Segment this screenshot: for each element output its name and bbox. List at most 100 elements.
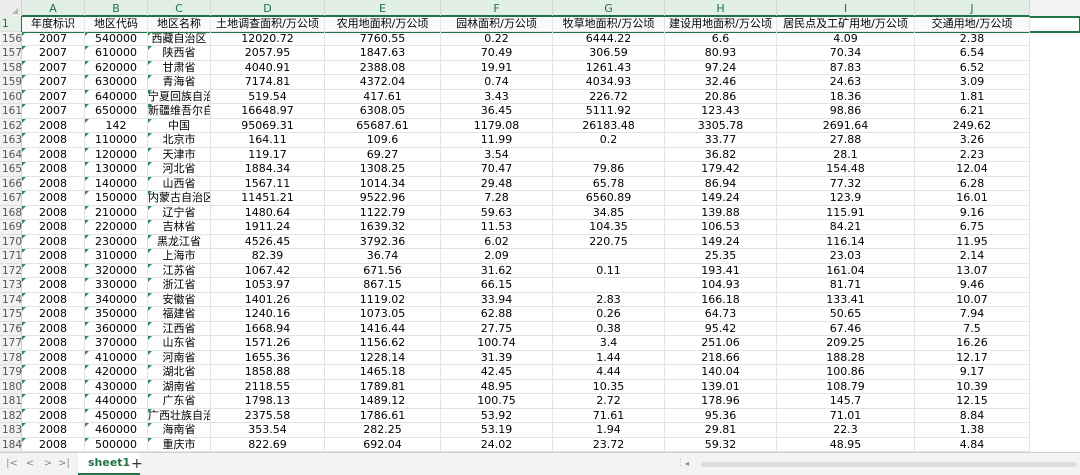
column-header-e[interactable]: E: [325, 0, 441, 17]
column-header-g[interactable]: G: [553, 0, 665, 17]
row-number[interactable]: 161: [0, 104, 22, 119]
table-cell[interactable]: 822.69: [211, 437, 325, 452]
table-cell[interactable]: 109.6: [325, 133, 441, 148]
table-cell[interactable]: 广东省: [148, 394, 211, 409]
table-cell[interactable]: 71.61: [553, 408, 665, 423]
table-cell[interactable]: 2008: [22, 350, 85, 365]
table-cell[interactable]: 3792.36: [325, 234, 441, 249]
table-cell[interactable]: 32.46: [665, 75, 777, 90]
table-cell[interactable]: 甘肃省: [148, 60, 211, 75]
table-cell[interactable]: 辽宁省: [148, 205, 211, 220]
table-cell[interactable]: 1119.02: [325, 292, 441, 307]
table-cell[interactable]: [553, 249, 665, 264]
table-cell[interactable]: 6.52: [915, 60, 1030, 75]
table-cell[interactable]: 上海市: [148, 249, 211, 264]
table-cell[interactable]: 350000: [85, 307, 148, 322]
table-cell[interactable]: 12020.72: [211, 31, 325, 46]
table-cell[interactable]: 2007: [22, 60, 85, 75]
table-cell[interactable]: 2007: [22, 46, 85, 61]
table-cell[interactable]: 220.75: [553, 234, 665, 249]
scroll-left-icon[interactable]: ◂: [685, 459, 689, 468]
table-cell[interactable]: 2008: [22, 205, 85, 220]
table-cell[interactable]: 1567.11: [211, 176, 325, 191]
table-cell[interactable]: 1847.63: [325, 46, 441, 61]
column-title[interactable]: 建设用地面积/万公顷: [665, 17, 777, 32]
table-cell[interactable]: 陕西省: [148, 46, 211, 61]
table-cell[interactable]: 重庆市: [148, 437, 211, 452]
table-cell[interactable]: [553, 278, 665, 293]
table-cell[interactable]: 179.42: [665, 162, 777, 177]
table-cell[interactable]: 2008: [22, 133, 85, 148]
table-cell[interactable]: 1308.25: [325, 162, 441, 177]
table-cell[interactable]: 671.56: [325, 263, 441, 278]
table-cell[interactable]: 1179.08: [441, 118, 553, 133]
table-cell[interactable]: 3.4: [553, 336, 665, 351]
table-cell[interactable]: 1156.62: [325, 336, 441, 351]
table-cell[interactable]: 河北省: [148, 162, 211, 177]
table-cell[interactable]: 70.47: [441, 162, 553, 177]
table-cell[interactable]: 11.99: [441, 133, 553, 148]
table-cell[interactable]: 2008: [22, 220, 85, 235]
table-cell[interactable]: 2375.58: [211, 408, 325, 423]
table-cell[interactable]: 2.72: [553, 394, 665, 409]
table-cell[interactable]: 19.91: [441, 60, 553, 75]
table-cell[interactable]: 2008: [22, 263, 85, 278]
table-cell[interactable]: 2008: [22, 336, 85, 351]
row-number[interactable]: 174: [0, 292, 22, 307]
table-cell[interactable]: 4034.93: [553, 75, 665, 90]
table-cell[interactable]: 630000: [85, 75, 148, 90]
table-cell[interactable]: 209.25: [777, 336, 915, 351]
column-title[interactable]: 牧草地面积/万公顷: [553, 17, 665, 32]
row-number[interactable]: 183: [0, 423, 22, 438]
table-cell[interactable]: 29.81: [665, 423, 777, 438]
table-cell[interactable]: 6.02: [441, 234, 553, 249]
table-cell[interactable]: 1786.61: [325, 408, 441, 423]
row-number[interactable]: 173: [0, 278, 22, 293]
column-header-h[interactable]: H: [665, 0, 777, 17]
table-cell[interactable]: 53.92: [441, 408, 553, 423]
table-cell[interactable]: 2007: [22, 75, 85, 90]
table-cell[interactable]: 1053.97: [211, 278, 325, 293]
row-number[interactable]: 165: [0, 162, 22, 177]
table-cell[interactable]: 4040.91: [211, 60, 325, 75]
add-sheet-button[interactable]: +: [131, 454, 143, 474]
table-cell[interactable]: 95069.31: [211, 118, 325, 133]
table-cell[interactable]: 540000: [85, 31, 148, 46]
table-cell[interactable]: 71.01: [777, 408, 915, 423]
table-cell[interactable]: 164.11: [211, 133, 325, 148]
table-cell[interactable]: 440000: [85, 394, 148, 409]
table-cell[interactable]: 36.74: [325, 249, 441, 264]
table-cell[interactable]: 12.17: [915, 350, 1030, 365]
table-cell[interactable]: 123.43: [665, 104, 777, 119]
column-title[interactable]: 园林面积/万公顷: [441, 17, 553, 32]
column-title[interactable]: 农用地面积/万公顷: [325, 17, 441, 32]
table-cell[interactable]: 220000: [85, 220, 148, 235]
row-number[interactable]: 179: [0, 365, 22, 380]
table-cell[interactable]: 23.72: [553, 437, 665, 452]
table-cell[interactable]: 1480.64: [211, 205, 325, 220]
table-cell[interactable]: 6.54: [915, 46, 1030, 61]
table-cell[interactable]: 115.91: [777, 205, 915, 220]
table-cell[interactable]: 6560.89: [553, 191, 665, 206]
table-cell[interactable]: 10.35: [553, 379, 665, 394]
table-cell[interactable]: 82.39: [211, 249, 325, 264]
table-cell[interactable]: 2.14: [915, 249, 1030, 264]
first-sheet-nav-icon[interactable]: |<: [6, 457, 18, 471]
table-cell[interactable]: 1067.42: [211, 263, 325, 278]
table-cell[interactable]: 65.78: [553, 176, 665, 191]
table-cell[interactable]: 2008: [22, 249, 85, 264]
table-cell[interactable]: 2008: [22, 278, 85, 293]
table-cell[interactable]: 34.85: [553, 205, 665, 220]
table-cell[interactable]: 4372.04: [325, 75, 441, 90]
table-cell[interactable]: 79.86: [553, 162, 665, 177]
table-cell[interactable]: 2008: [22, 118, 85, 133]
table-cell[interactable]: 2007: [22, 89, 85, 104]
table-cell[interactable]: 145.7: [777, 394, 915, 409]
table-cell[interactable]: 1228.14: [325, 350, 441, 365]
table-cell[interactable]: 0.38: [553, 321, 665, 336]
table-cell[interactable]: 50.65: [777, 307, 915, 322]
table-cell[interactable]: [553, 147, 665, 162]
table-cell[interactable]: 2007: [22, 31, 85, 46]
table-cell[interactable]: 650000: [85, 104, 148, 119]
table-cell[interactable]: 7760.55: [325, 31, 441, 46]
